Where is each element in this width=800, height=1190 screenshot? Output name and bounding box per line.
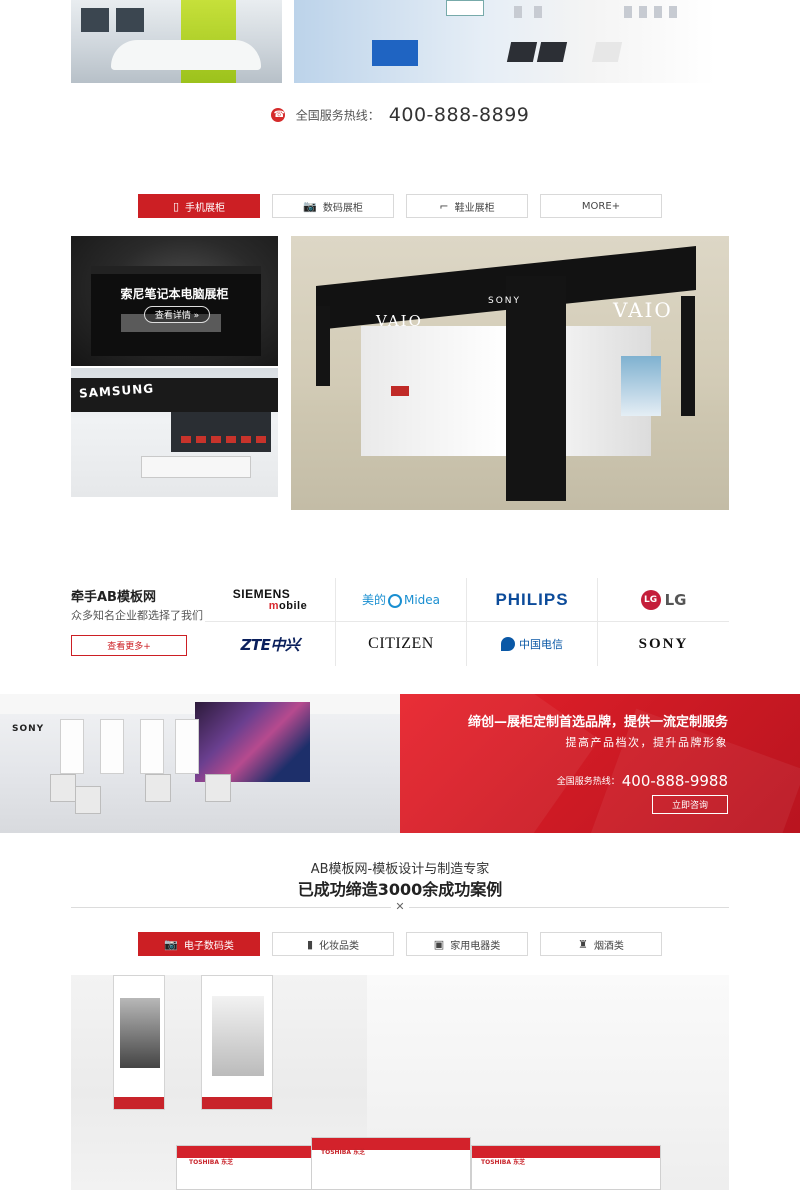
logo-siemens[interactable]: SIEMENS mobile <box>205 578 336 622</box>
tab-electronics[interactable]: 📷 电子数码类 <box>138 932 260 956</box>
logo-text: 美的 <box>361 593 386 607</box>
logo-citizen[interactable]: CITIZEN <box>336 622 467 666</box>
banner-headline: 缔创—展柜定制首选品牌，提供一流定制服务 <box>467 715 728 730</box>
banner-photo-sony-sign: SONY <box>12 724 45 734</box>
camera-icon: 📷 <box>164 937 178 951</box>
logo-text: ZTE中兴 <box>240 635 300 654</box>
logo-text: Midea <box>403 593 441 607</box>
telecom-mark-icon <box>501 637 515 651</box>
tab-shoe-cabinet[interactable]: ⌐ 鞋业展柜 <box>406 194 528 218</box>
cases-subtitle: AB模板网-模板设计与制造专家 <box>310 862 490 877</box>
logo-text: SONY <box>638 635 689 652</box>
logo-text: LG <box>664 590 687 609</box>
tab-label: 化妆品类 <box>319 940 360 952</box>
mobile-phone-icon: ▯ <box>172 199 180 213</box>
high-heel-icon: ⌐ <box>439 199 449 213</box>
tab-appliances[interactable]: ▣ 家用电器类 <box>406 932 528 956</box>
hotline-label: 全国服务热线： <box>295 108 380 123</box>
tab-label: 电子数码类 <box>183 940 234 952</box>
consult-now-button[interactable]: 立即咨询 <box>652 795 728 814</box>
banner-store-photo: SONY <box>0 694 400 833</box>
logo-midea[interactable]: 美的 Midea <box>336 578 467 622</box>
sony-sign: SONY <box>488 296 522 306</box>
logo-text: PHILIPS <box>495 589 569 609</box>
logo-china-telecom[interactable]: 中国电信 <box>467 622 598 666</box>
tab-cosmetics[interactable]: ▮ 化妆品类 <box>272 932 394 956</box>
hotline-number: 400-888-8899 <box>388 104 530 126</box>
showcase-photo-vaio[interactable]: VAIO VAIO SONY <box>291 236 729 510</box>
lipstick-icon: ▮ <box>306 937 314 951</box>
tab-label: 鞋业展柜 <box>454 202 495 214</box>
toshiba-sign: TOSHIBA 东芝 <box>321 1149 366 1156</box>
logo-philips[interactable]: PHILIPS <box>467 578 598 622</box>
partners-subtitle: 众多知名企业都选择了我们 <box>71 609 203 622</box>
divider-mark-icon: ✕ <box>391 900 409 914</box>
logo-sony[interactable]: SONY <box>598 622 729 666</box>
logo-text: 中国电信 <box>519 638 563 651</box>
view-details-button[interactable]: 查看详情 » <box>144 306 210 323</box>
logo-text: m <box>268 599 280 612</box>
logo-lg[interactable]: LG LG <box>598 578 729 622</box>
lg-face-icon: LG <box>640 589 661 610</box>
vaio-sign-right: VAIO <box>613 298 673 322</box>
toshiba-sign: TOSHIBA 东芝 <box>481 1159 526 1166</box>
tab-digital-cabinet[interactable]: 📷 数码展柜 <box>272 194 394 218</box>
showcase-feature-card[interactable]: 索尼笔记本电脑展柜 查看详情 » <box>71 236 278 366</box>
tab-mobile-cabinet[interactable]: ▯ 手机展柜 <box>138 194 260 218</box>
banner-hotline: 全国服务热线： 400-888-9988 <box>557 770 728 790</box>
logo-zte[interactable]: ZTE中兴 <box>205 622 336 666</box>
toshiba-sign: TOSHIBA 东芝 <box>189 1159 234 1166</box>
tab-label: 家用电器类 <box>450 940 501 952</box>
partners-title: 牵手AB模板网 <box>71 590 156 605</box>
tab-label: MORE+ <box>581 200 621 212</box>
logo-text: obile <box>279 599 308 612</box>
cases-title: 已成功缔造3000余成功案例 <box>297 880 503 899</box>
tab-label: 烟酒类 <box>593 940 624 952</box>
product-tabs: ▯ 手机展柜 📷 数码展柜 ⌐ 鞋业展柜 MORE+ <box>138 194 662 218</box>
samsung-sign: SAMSUNG <box>78 381 155 401</box>
case-tabs: 📷 电子数码类 ▮ 化妆品类 ▣ 家用电器类 ♜ 烟酒类 <box>138 932 662 956</box>
showcase-photo-samsung[interactable]: SAMSUNG <box>71 368 278 497</box>
partner-logo-grid: SIEMENS mobile 美的 Midea PHILIPS LG LG ZTE… <box>205 578 729 666</box>
logo-text: SIEMENS <box>232 586 291 601</box>
store-photo-left <box>71 0 282 83</box>
store-photo-right <box>294 0 716 83</box>
banner-subline: 提高产品档次，提升品牌形象 <box>565 736 728 749</box>
tab-label: 数码展柜 <box>322 202 363 214</box>
view-more-button[interactable]: 查看更多+ <box>71 635 187 656</box>
bottle-icon: ♜ <box>578 937 588 951</box>
tab-label: 手机展柜 <box>185 202 226 214</box>
tab-tobacco-liquor[interactable]: ♜ 烟酒类 <box>540 932 662 956</box>
phone-icon <box>270 108 285 122</box>
banner-hotline-label: 全国服务热线： <box>556 777 620 787</box>
logo-text: CITIZEN <box>368 635 434 652</box>
vaio-sign-left: VAIO <box>376 312 423 330</box>
midea-swirl-icon <box>387 593 402 608</box>
showcase-title: 索尼笔记本电脑展柜 <box>120 287 229 301</box>
tab-more[interactable]: MORE+ <box>540 194 662 218</box>
case-photo-toshiba[interactable]: TOSHIBA 东芝 TOSHIBA 东芝 TOSHIBA 东芝 <box>71 975 729 1190</box>
hotline: 全国服务热线： 400-888-8899 <box>0 104 800 126</box>
camera-icon: 📷 <box>303 199 317 213</box>
banner-promo: 缔创—展柜定制首选品牌，提供一流定制服务 提高产品档次，提升品牌形象 全国服务热… <box>400 694 800 833</box>
appliance-icon: ▣ <box>433 937 445 951</box>
banner-hotline-number: 400-888-9988 <box>621 771 728 790</box>
